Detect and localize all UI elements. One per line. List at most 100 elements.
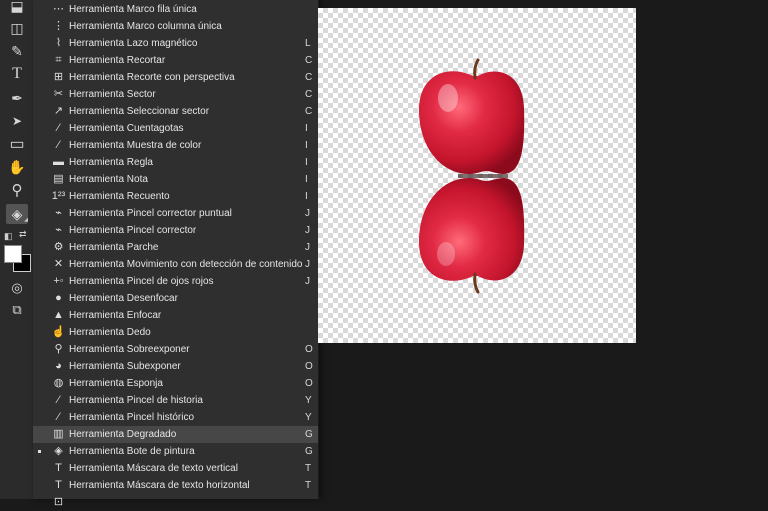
- paint-bucket-tool-icon[interactable]: ◈ ◢: [6, 204, 28, 224]
- menu-item-shortcut: J: [305, 276, 310, 287]
- menu-item[interactable]: ✕ Herramienta Movimiento con detección de…: [33, 256, 318, 273]
- menu-item[interactable]: ⋯ Herramienta Marco fila única: [33, 1, 318, 18]
- menu-item[interactable]: ⚲ Herramienta Sobreexponer O: [33, 341, 318, 358]
- menu-item[interactable]: ↗ Herramienta Seleccionar sector C: [33, 103, 318, 120]
- menu-item-shortcut: J: [305, 259, 310, 270]
- menu-item[interactable]: ● Herramienta Desenfocar: [33, 290, 318, 307]
- menu-item[interactable]: ☝ Herramienta Dedo: [33, 324, 318, 341]
- tool-icon: ↗: [53, 105, 64, 117]
- default-colors-icon[interactable]: ◧: [4, 231, 13, 242]
- menu-item[interactable]: ▲ Herramienta Enfocar: [33, 307, 318, 324]
- menu-item[interactable]: 1²³ Herramienta Recuento I: [33, 188, 318, 205]
- menu-item[interactable]: ⚙ Herramienta Parche J: [33, 239, 318, 256]
- tool-icon: ⊞: [53, 71, 64, 83]
- menu-item-label: Herramienta Dedo: [69, 327, 151, 338]
- submenu-indicator-icon: ◢: [24, 217, 28, 223]
- tool-icon: ▬: [53, 156, 64, 168]
- menu-item-shortcut: G: [305, 446, 313, 457]
- menu-item-label: Herramienta Pincel histórico: [69, 412, 195, 423]
- pen-tool-icon[interactable]: ✒: [6, 88, 28, 108]
- tool-icon: +◦: [53, 275, 64, 287]
- tool-icon: ⌗: [55, 54, 62, 66]
- menu-item-label: Herramienta Marco columna única: [69, 21, 222, 32]
- tool-icon: ⋮: [53, 20, 64, 32]
- tool-icon: ⊡: [53, 496, 64, 508]
- menu-item[interactable]: T Herramienta Máscara de texto horizontal…: [33, 477, 318, 494]
- menu-item-shortcut: C: [305, 72, 313, 83]
- menu-item-label: Herramienta Seleccionar sector: [69, 106, 210, 117]
- type-tool-icon[interactable]: T: [6, 64, 28, 84]
- menu-item-label: Herramienta Pincel de historia: [69, 395, 203, 406]
- menu-item[interactable]: ✂ Herramienta Sector C: [33, 86, 318, 103]
- menu-item[interactable]: +◦ Herramienta Pincel de ojos rojos J: [33, 273, 318, 290]
- menu-item-label: Herramienta Desenfocar: [69, 293, 178, 304]
- tools-panel: ⬓ ◫ ✎ T ✒ ➤ ▭ ✋ ⚲ ◈ ◢ ◧ ⇄ ◎ ⧉: [0, 0, 34, 499]
- zoom-tool-icon[interactable]: ⚲: [6, 180, 28, 200]
- tool-icon: ⁄: [57, 411, 60, 423]
- menu-item-label: Herramienta Recorte con perspectiva: [69, 72, 235, 83]
- tool-icon: ⌁: [55, 224, 62, 236]
- eraser-tool-icon[interactable]: ◫: [6, 18, 28, 38]
- menu-item[interactable]: T Herramienta Máscara de texto vertical T: [33, 460, 318, 477]
- menu-item-shortcut: T: [305, 480, 312, 491]
- tool-icon: T: [55, 462, 62, 474]
- menu-item-label: Herramienta Enfocar: [69, 310, 162, 321]
- menu-item-label: Herramienta Marco fila única: [69, 4, 197, 15]
- menu-item-label: Herramienta Parche: [69, 242, 159, 253]
- paint-bucket-small-icon[interactable]: ✎: [6, 41, 28, 61]
- menu-item[interactable]: ▤ Herramienta Nota I: [33, 171, 318, 188]
- tool-icon: ⌇: [55, 37, 62, 49]
- menu-item-label: Herramienta Pincel corrector puntual: [69, 208, 232, 219]
- screen-mode-icon[interactable]: ⧉: [6, 300, 28, 320]
- tool-icon: ▥: [53, 428, 64, 440]
- menu-item[interactable]: ⌗ Herramienta Recortar C: [33, 52, 318, 69]
- tool-icon: ☝: [51, 326, 66, 338]
- menu-item[interactable]: ⁄ Herramienta Pincel histórico Y: [33, 409, 318, 426]
- tool-icon: ⌁: [55, 207, 62, 219]
- menu-item[interactable]: ⊞ Herramienta Recorte con perspectiva C: [33, 69, 318, 86]
- menu-item-shortcut: T: [305, 463, 312, 474]
- menu-item-shortcut: C: [305, 89, 313, 100]
- menu-item[interactable]: ◍ Herramienta Esponja O: [33, 375, 318, 392]
- menu-item[interactable]: ▬ Herramienta Regla I: [33, 154, 318, 171]
- menu-item[interactable]: ⁄ Herramienta Pincel de historia Y: [33, 392, 318, 409]
- menu-item[interactable]: ⌁ Herramienta Pincel corrector puntual J: [33, 205, 318, 222]
- quick-mask-icon[interactable]: ◎: [6, 278, 28, 298]
- foreground-color-swatch[interactable]: [4, 245, 22, 263]
- menu-item-label: Herramienta Regla: [69, 157, 153, 168]
- menu-item[interactable]: ⌁ Herramienta Pincel corrector J: [33, 222, 318, 239]
- menu-item[interactable]: ⁄ Herramienta Cuentagotas I: [33, 120, 318, 137]
- tool-icon: ⚲: [54, 343, 63, 355]
- apple-image: [418, 58, 525, 294]
- menu-item[interactable]: ◕ Herramienta Subexponer O: [33, 358, 318, 375]
- menu-item[interactable]: ◈ Herramienta Bote de pintura G: [33, 443, 318, 460]
- menu-item-label: Herramienta Movimiento con detección de …: [69, 259, 303, 270]
- menu-item-shortcut: Y: [305, 412, 312, 423]
- tool-icon: ◍: [53, 377, 64, 389]
- menu-item-shortcut: C: [305, 106, 313, 117]
- menu-item[interactable]: ⌇ Herramienta Lazo magnético L: [33, 35, 318, 52]
- menu-item-shortcut: L: [305, 38, 311, 49]
- swap-colors-icon[interactable]: ⇄: [19, 229, 27, 240]
- menu-item-shortcut: I: [305, 174, 308, 185]
- menu-item-shortcut: I: [305, 123, 308, 134]
- selected-indicator-icon: [38, 450, 41, 453]
- menu-item[interactable]: ▥ Herramienta Degradado G: [33, 426, 318, 443]
- tool-icon: ⚙: [53, 241, 64, 253]
- menu-item-label: Herramienta Recuento: [69, 191, 170, 202]
- tool-icon: ▤: [53, 173, 64, 185]
- rectangle-tool-icon[interactable]: ▭: [6, 134, 28, 154]
- menu-item-shortcut: O: [305, 344, 313, 355]
- menu-item-label: Herramienta Pincel de ojos rojos: [69, 276, 214, 287]
- document-canvas[interactable]: [318, 8, 636, 343]
- menu-item[interactable]: ⊡: [33, 494, 318, 511]
- hand-tool-icon[interactable]: ✋: [6, 157, 28, 177]
- menu-item-label: Herramienta Degradado: [69, 429, 177, 440]
- menu-item[interactable]: ⁄ Herramienta Muestra de color I: [33, 137, 318, 154]
- menu-item-shortcut: G: [305, 429, 313, 440]
- menu-item[interactable]: ⋮ Herramienta Marco columna única: [33, 18, 318, 35]
- stamp-tool-icon[interactable]: ⬓: [6, 0, 28, 16]
- tool-icon: ◕: [55, 360, 62, 372]
- path-selection-tool-icon[interactable]: ➤: [6, 111, 28, 131]
- menu-item-shortcut: O: [305, 361, 313, 372]
